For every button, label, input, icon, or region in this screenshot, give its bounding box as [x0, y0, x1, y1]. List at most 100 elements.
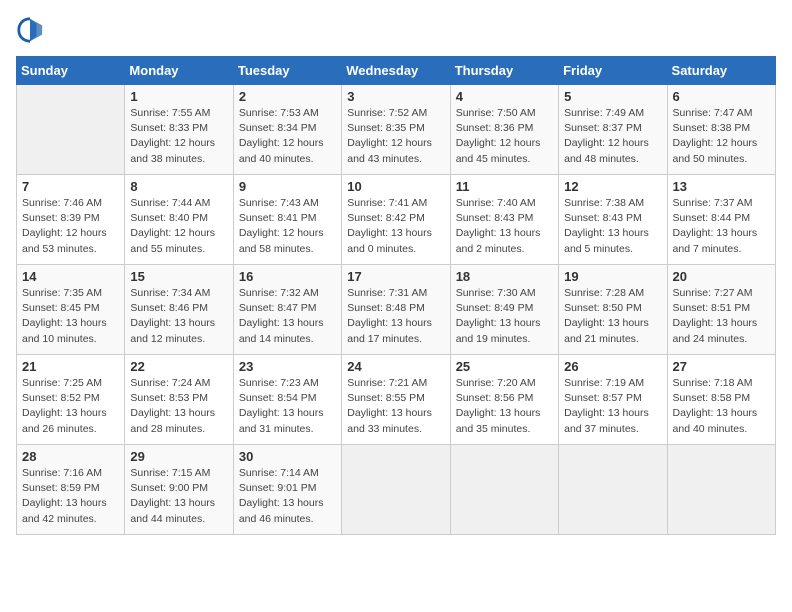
- calendar-week-row: 28 Sunrise: 7:16 AM Sunset: 8:59 PM Dayli…: [17, 445, 776, 535]
- calendar-cell: 26 Sunrise: 7:19 AM Sunset: 8:57 PM Dayli…: [559, 355, 667, 445]
- calendar-cell: 4 Sunrise: 7:50 AM Sunset: 8:36 PM Daylig…: [450, 85, 558, 175]
- day-info: Sunrise: 7:46 AM Sunset: 8:39 PM Dayligh…: [22, 196, 119, 257]
- calendar-cell: 19 Sunrise: 7:28 AM Sunset: 8:50 PM Dayli…: [559, 265, 667, 355]
- day-info: Sunrise: 7:14 AM Sunset: 9:01 PM Dayligh…: [239, 466, 336, 527]
- day-info: Sunrise: 7:43 AM Sunset: 8:41 PM Dayligh…: [239, 196, 336, 257]
- calendar-cell: 17 Sunrise: 7:31 AM Sunset: 8:48 PM Dayli…: [342, 265, 450, 355]
- day-number: 26: [564, 359, 661, 374]
- calendar-cell: 12Sunrise: 7:38 AM Sunset: 8:43 PM Dayli…: [559, 175, 667, 265]
- calendar-cell: 28 Sunrise: 7:16 AM Sunset: 8:59 PM Dayli…: [17, 445, 125, 535]
- calendar-cell: 18Sunrise: 7:30 AM Sunset: 8:49 PM Dayli…: [450, 265, 558, 355]
- day-info: Sunrise: 7:35 AM Sunset: 8:45 PM Dayligh…: [22, 286, 119, 347]
- day-info: Sunrise: 7:50 AM Sunset: 8:36 PM Dayligh…: [456, 106, 553, 167]
- day-info: Sunrise: 7:28 AM Sunset: 8:50 PM Dayligh…: [564, 286, 661, 347]
- day-number: 17: [347, 269, 444, 284]
- day-info: Sunrise: 7:40 AM Sunset: 8:43 PM Dayligh…: [456, 196, 553, 257]
- calendar-cell: 22 Sunrise: 7:24 AM Sunset: 8:53 PM Dayli…: [125, 355, 233, 445]
- calendar-cell: [559, 445, 667, 535]
- calendar-cell: [342, 445, 450, 535]
- weekday-header-monday: Monday: [125, 57, 233, 85]
- calendar-cell: [667, 445, 775, 535]
- day-number: 3: [347, 89, 444, 104]
- day-number: 21: [22, 359, 119, 374]
- calendar-cell: 23Sunrise: 7:23 AM Sunset: 8:54 PM Dayli…: [233, 355, 341, 445]
- calendar-cell: 27 Sunrise: 7:18 AM Sunset: 8:58 PM Dayli…: [667, 355, 775, 445]
- day-number: 27: [673, 359, 770, 374]
- calendar-cell: 15 Sunrise: 7:34 AM Sunset: 8:46 PM Dayli…: [125, 265, 233, 355]
- day-info: Sunrise: 7:34 AM Sunset: 8:46 PM Dayligh…: [130, 286, 227, 347]
- day-info: Sunrise: 7:31 AM Sunset: 8:48 PM Dayligh…: [347, 286, 444, 347]
- day-number: 30: [239, 449, 336, 464]
- day-number: 10: [347, 179, 444, 194]
- calendar-cell: 24Sunrise: 7:21 AM Sunset: 8:55 PM Dayli…: [342, 355, 450, 445]
- day-number: 18: [456, 269, 553, 284]
- page-header: [16, 16, 776, 44]
- day-info: Sunrise: 7:24 AM Sunset: 8:53 PM Dayligh…: [130, 376, 227, 437]
- day-info: Sunrise: 7:49 AM Sunset: 8:37 PM Dayligh…: [564, 106, 661, 167]
- day-number: 6: [673, 89, 770, 104]
- weekday-header-wednesday: Wednesday: [342, 57, 450, 85]
- calendar-cell: 20Sunrise: 7:27 AM Sunset: 8:51 PM Dayli…: [667, 265, 775, 355]
- calendar-cell: 21 Sunrise: 7:25 AM Sunset: 8:52 PM Dayli…: [17, 355, 125, 445]
- day-number: 4: [456, 89, 553, 104]
- day-number: 23: [239, 359, 336, 374]
- calendar-table: SundayMondayTuesdayWednesdayThursdayFrid…: [16, 56, 776, 535]
- calendar-cell: 1 Sunrise: 7:55 AM Sunset: 8:33 PM Daylig…: [125, 85, 233, 175]
- day-number: 14: [22, 269, 119, 284]
- day-number: 20: [673, 269, 770, 284]
- day-number: 15: [130, 269, 227, 284]
- day-number: 28: [22, 449, 119, 464]
- calendar-body: 1 Sunrise: 7:55 AM Sunset: 8:33 PM Daylig…: [17, 85, 776, 535]
- day-number: 24: [347, 359, 444, 374]
- calendar-cell: 5 Sunrise: 7:49 AM Sunset: 8:37 PM Daylig…: [559, 85, 667, 175]
- weekday-header-friday: Friday: [559, 57, 667, 85]
- day-number: 2: [239, 89, 336, 104]
- day-info: Sunrise: 7:15 AM Sunset: 9:00 PM Dayligh…: [130, 466, 227, 527]
- day-info: Sunrise: 7:32 AM Sunset: 8:47 PM Dayligh…: [239, 286, 336, 347]
- day-info: Sunrise: 7:25 AM Sunset: 8:52 PM Dayligh…: [22, 376, 119, 437]
- day-number: 11: [456, 179, 553, 194]
- logo-icon: [16, 16, 44, 44]
- day-number: 19: [564, 269, 661, 284]
- day-info: Sunrise: 7:20 AM Sunset: 8:56 PM Dayligh…: [456, 376, 553, 437]
- day-info: Sunrise: 7:41 AM Sunset: 8:42 PM Dayligh…: [347, 196, 444, 257]
- calendar-cell: 10 Sunrise: 7:41 AM Sunset: 8:42 PM Dayli…: [342, 175, 450, 265]
- calendar-cell: 7 Sunrise: 7:46 AM Sunset: 8:39 PM Daylig…: [17, 175, 125, 265]
- calendar-cell: 2 Sunrise: 7:53 AM Sunset: 8:34 PM Daylig…: [233, 85, 341, 175]
- logo: [16, 16, 46, 44]
- calendar-week-row: 1 Sunrise: 7:55 AM Sunset: 8:33 PM Daylig…: [17, 85, 776, 175]
- weekday-header-tuesday: Tuesday: [233, 57, 341, 85]
- calendar-week-row: 14 Sunrise: 7:35 AM Sunset: 8:45 PM Dayli…: [17, 265, 776, 355]
- calendar-week-row: 7 Sunrise: 7:46 AM Sunset: 8:39 PM Daylig…: [17, 175, 776, 265]
- calendar-cell: 16 Sunrise: 7:32 AM Sunset: 8:47 PM Dayli…: [233, 265, 341, 355]
- day-info: Sunrise: 7:18 AM Sunset: 8:58 PM Dayligh…: [673, 376, 770, 437]
- calendar-cell: 25 Sunrise: 7:20 AM Sunset: 8:56 PM Dayli…: [450, 355, 558, 445]
- weekday-header-thursday: Thursday: [450, 57, 558, 85]
- calendar-cell: 13Sunrise: 7:37 AM Sunset: 8:44 PM Dayli…: [667, 175, 775, 265]
- day-number: 29: [130, 449, 227, 464]
- weekday-header-saturday: Saturday: [667, 57, 775, 85]
- day-info: Sunrise: 7:53 AM Sunset: 8:34 PM Dayligh…: [239, 106, 336, 167]
- calendar-cell: 8Sunrise: 7:44 AM Sunset: 8:40 PM Daylig…: [125, 175, 233, 265]
- calendar-header-row: SundayMondayTuesdayWednesdayThursdayFrid…: [17, 57, 776, 85]
- day-number: 25: [456, 359, 553, 374]
- calendar-cell: [450, 445, 558, 535]
- day-number: 16: [239, 269, 336, 284]
- weekday-header-sunday: Sunday: [17, 57, 125, 85]
- day-number: 1: [130, 89, 227, 104]
- calendar-cell: 29 Sunrise: 7:15 AM Sunset: 9:00 PM Dayli…: [125, 445, 233, 535]
- day-number: 5: [564, 89, 661, 104]
- day-info: Sunrise: 7:19 AM Sunset: 8:57 PM Dayligh…: [564, 376, 661, 437]
- calendar-cell: 11 Sunrise: 7:40 AM Sunset: 8:43 PM Dayli…: [450, 175, 558, 265]
- day-info: Sunrise: 7:55 AM Sunset: 8:33 PM Dayligh…: [130, 106, 227, 167]
- calendar-cell: 6Sunrise: 7:47 AM Sunset: 8:38 PM Daylig…: [667, 85, 775, 175]
- calendar-cell: [17, 85, 125, 175]
- day-number: 7: [22, 179, 119, 194]
- day-number: 22: [130, 359, 227, 374]
- calendar-cell: 3Sunrise: 7:52 AM Sunset: 8:35 PM Daylig…: [342, 85, 450, 175]
- calendar-cell: 30 Sunrise: 7:14 AM Sunset: 9:01 PM Dayli…: [233, 445, 341, 535]
- day-info: Sunrise: 7:37 AM Sunset: 8:44 PM Dayligh…: [673, 196, 770, 257]
- day-number: 8: [130, 179, 227, 194]
- calendar-cell: 9Sunrise: 7:43 AM Sunset: 8:41 PM Daylig…: [233, 175, 341, 265]
- day-info: Sunrise: 7:16 AM Sunset: 8:59 PM Dayligh…: [22, 466, 119, 527]
